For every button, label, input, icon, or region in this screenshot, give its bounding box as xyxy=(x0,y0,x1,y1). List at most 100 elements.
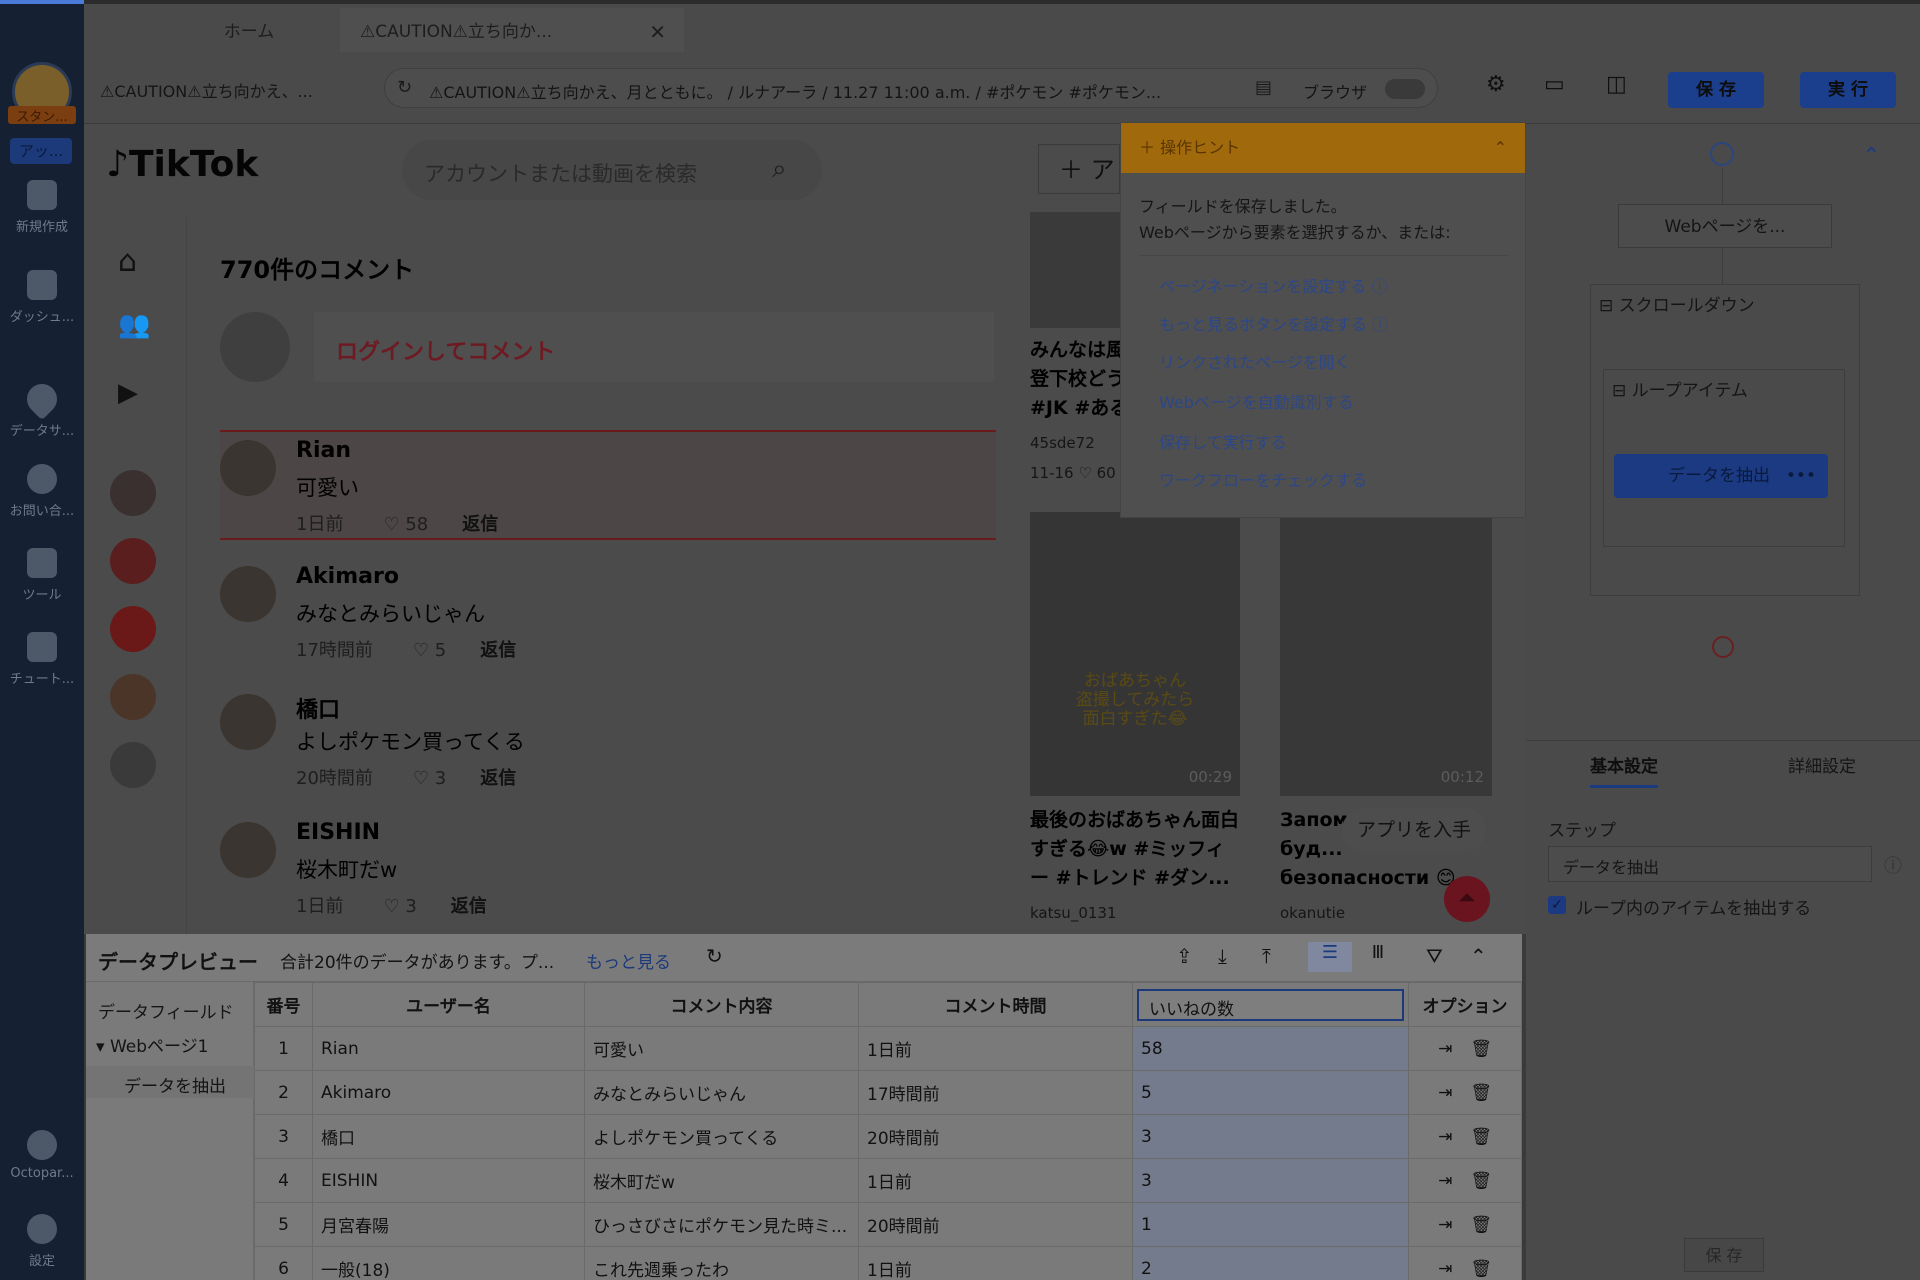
upload-icon[interactable]: ⤒ xyxy=(1262,944,1271,968)
move-icon[interactable]: ⇥ xyxy=(1438,1127,1452,1147)
reply-button[interactable]: 返信 xyxy=(462,514,498,535)
panel-bottom-icon[interactable]: ▭ xyxy=(1544,72,1565,97)
list-view-icon[interactable]: ☰ xyxy=(1308,942,1352,972)
video-author[interactable]: 45sde72 xyxy=(1030,434,1095,452)
commenter-name[interactable]: Akimaro xyxy=(296,564,399,589)
help-icon[interactable]: ⓘ xyxy=(1884,852,1902,878)
app-badge[interactable]: アッ... xyxy=(10,138,72,164)
reply-button[interactable]: 返信 xyxy=(451,896,487,917)
tab-basic-settings[interactable]: 基本設定 xyxy=(1590,752,1658,788)
tutorial-nav[interactable]: チュート... xyxy=(0,632,84,687)
followed-account-avatar[interactable] xyxy=(110,742,156,788)
move-icon[interactable]: ⇥ xyxy=(1438,1259,1452,1279)
save-button[interactable]: 保 存 xyxy=(1668,72,1764,108)
address-bar[interactable]: ↻ ⚠CAUTION⚠立ち向かえ、月とともに。 / ルナアーラ / 11.27 … xyxy=(384,68,1438,108)
followed-account-avatar[interactable] xyxy=(110,606,156,652)
column-header[interactable]: 番号 xyxy=(254,982,313,1027)
collapse-box-icon[interactable]: ⊟ xyxy=(1599,296,1613,316)
loop-items-checkbox[interactable]: ✓ xyxy=(1548,896,1566,914)
column-view-icon[interactable]: Ⅲ xyxy=(1356,942,1400,972)
download-icon[interactable]: ⤓ xyxy=(1218,944,1227,968)
tab-home[interactable]: ホーム xyxy=(164,8,334,56)
column-name-input[interactable]: いいねの数 xyxy=(1137,988,1404,1021)
home-icon[interactable]: ⌂ xyxy=(118,244,137,279)
panel-right-icon[interactable]: ◫ xyxy=(1606,72,1627,97)
trash-icon[interactable]: 🗑 xyxy=(1470,1215,1492,1235)
page-settings-icon[interactable]: ▤ xyxy=(1255,77,1272,98)
auto-detect-link[interactable]: Webページを自動識別する xyxy=(1159,389,1354,413)
commenter-name[interactable]: Rian xyxy=(296,438,351,463)
check-workflow-link[interactable]: ワークフローをチェックする xyxy=(1159,467,1367,491)
video-thumbnail[interactable]: おばあちゃん 盗撮してみたら 面白すぎた😂 00:29 xyxy=(1030,512,1240,796)
tree-node-extract[interactable]: データを抽出 xyxy=(86,1066,254,1098)
following-icon[interactable]: 👥 xyxy=(118,310,150,340)
collapse-icon[interactable]: ⌃ xyxy=(1494,123,1507,173)
trash-icon[interactable]: 🗑 xyxy=(1470,1127,1492,1147)
reply-button[interactable]: 返信 xyxy=(480,640,516,661)
refresh-icon[interactable]: ↻ xyxy=(706,944,723,968)
show-more-link[interactable]: もっと見る xyxy=(586,948,671,973)
like-button[interactable]: ♡ 58 xyxy=(383,514,428,535)
gear-icon[interactable]: ⚙ xyxy=(1486,72,1506,97)
video-title[interactable]: 最後のおばあちゃん面白すぎる😂w #ミッフィー #トレンド #ダン... xyxy=(1030,806,1240,894)
dashboard-nav[interactable]: ダッシュ... xyxy=(0,270,84,325)
filter-icon[interactable]: ⛛ xyxy=(1426,944,1443,968)
data-service-nav[interactable]: データサ... xyxy=(0,377,84,439)
new-task-button[interactable]: 新規作成 xyxy=(0,180,84,235)
commenter-avatar[interactable] xyxy=(220,566,276,622)
close-tab-icon[interactable]: ✕ xyxy=(649,8,666,56)
help-icon[interactable]: ⓘ xyxy=(1371,277,1387,296)
like-button[interactable]: ♡ 5 xyxy=(413,640,446,661)
move-icon[interactable]: ⇥ xyxy=(1438,1039,1452,1059)
settings-nav[interactable]: 設定 xyxy=(0,1214,84,1269)
commenter-avatar[interactable] xyxy=(220,694,276,750)
followed-account-avatar[interactable] xyxy=(110,470,156,516)
commenter-name[interactable]: EISHIN xyxy=(296,820,380,845)
help-icon[interactable]: ⓘ xyxy=(1372,315,1388,334)
extract-data-step[interactable]: データを抽出 ••• xyxy=(1614,454,1828,498)
tools-nav[interactable]: ツール xyxy=(0,548,84,603)
move-icon[interactable]: ⇥ xyxy=(1438,1171,1452,1191)
get-app-button[interactable]: アプリを入手 xyxy=(1342,808,1486,852)
video-thumbnail[interactable] xyxy=(1030,212,1120,328)
like-button[interactable]: ♡ 3 xyxy=(413,768,446,789)
run-button[interactable]: 実 行 xyxy=(1800,72,1896,108)
column-header[interactable]: コメント内容 xyxy=(584,982,859,1027)
like-button[interactable]: ♡ 3 xyxy=(383,896,416,917)
reply-button[interactable]: 返信 xyxy=(480,768,516,789)
hint-header[interactable]: ＋ 操作ヒント ⌃ xyxy=(1121,123,1525,173)
browser-mode-toggle[interactable] xyxy=(1385,79,1425,99)
set-pagination-link[interactable]: ページネーションを設定する ⓘ xyxy=(1159,273,1387,297)
tab-current-page[interactable]: ⚠CAUTION⚠立ち向か... ✕ xyxy=(340,8,684,56)
loop-step[interactable]: ⊟ ループアイテム xyxy=(1612,376,1748,401)
export-icon[interactable]: ⇪ xyxy=(1176,944,1193,968)
tiktok-logo[interactable]: ♪TikTok xyxy=(106,144,258,185)
set-load-more-link[interactable]: もっと見るボタンを設定する ⓘ xyxy=(1159,311,1388,335)
login-to-comment[interactable]: ログインしてコメント xyxy=(314,312,994,382)
column-header[interactable]: コメント時間 xyxy=(858,982,1133,1027)
save-and-run-link[interactable]: 保存して実行する xyxy=(1159,429,1287,453)
open-linked-page-link[interactable]: リンクされたページを開く xyxy=(1159,349,1351,373)
collapse-panel-icon[interactable]: ⌃ xyxy=(1862,144,1880,169)
trash-icon[interactable]: 🗑 xyxy=(1470,1039,1492,1059)
video-title[interactable]: みんなは風 登下校どう #JK #ある xyxy=(1030,336,1122,423)
upload-button[interactable]: ＋ ア xyxy=(1038,144,1120,194)
scroll-top-button[interactable]: ⏶ xyxy=(1444,876,1490,922)
open-page-step[interactable]: Webページを... xyxy=(1618,204,1832,248)
reload-icon[interactable]: ↻ xyxy=(397,77,412,98)
followed-account-avatar[interactable] xyxy=(110,674,156,720)
scroll-step[interactable]: ⊟ スクロールダウン xyxy=(1599,291,1755,316)
more-icon[interactable]: ••• xyxy=(1786,454,1816,498)
commenter-avatar[interactable] xyxy=(220,440,276,496)
video-author[interactable]: okanutie xyxy=(1280,904,1345,922)
tab-advanced-settings[interactable]: 詳細設定 xyxy=(1788,752,1856,777)
commenter-avatar[interactable] xyxy=(220,822,276,878)
video-author[interactable]: katsu_0131 xyxy=(1030,904,1117,922)
step-name-input[interactable]: データを抽出 xyxy=(1548,846,1872,882)
move-icon[interactable]: ⇥ xyxy=(1438,1083,1452,1103)
tiktok-search-input[interactable]: アカウントまたは動画を検索 ⌕ xyxy=(402,140,822,200)
collapse-icon[interactable]: ⌃ xyxy=(1470,944,1487,968)
collapse-box-icon[interactable]: ⊟ xyxy=(1612,381,1626,401)
trash-icon[interactable]: 🗑 xyxy=(1470,1259,1492,1279)
trash-icon[interactable]: 🗑 xyxy=(1470,1083,1492,1103)
